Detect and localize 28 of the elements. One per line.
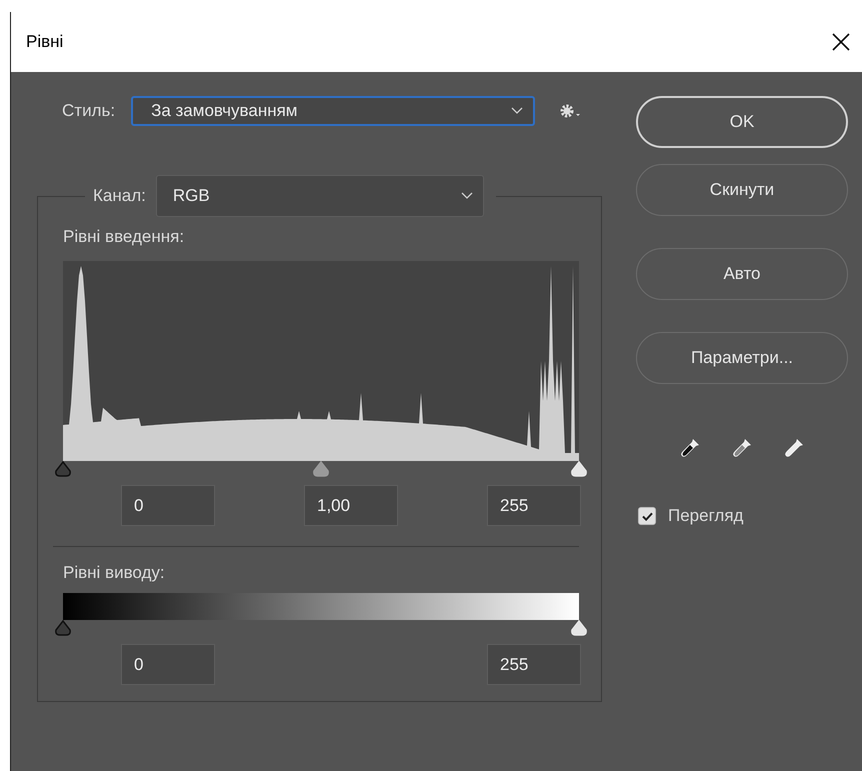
- dialog-button[interactable]: Авто: [636, 248, 848, 300]
- eyedropper-icon[interactable]: [782, 436, 806, 460]
- eyedropper-icon[interactable]: [730, 436, 754, 460]
- level-input[interactable]: 255: [487, 644, 581, 685]
- checkmark-icon: [642, 512, 652, 520]
- slider-handle[interactable]: [312, 461, 330, 477]
- channel-label: Канал:: [93, 186, 146, 206]
- input-levels-label: Рівні введення:: [63, 227, 186, 247]
- caret-icon: [511, 107, 524, 115]
- style-dropdown[interactable]: За замовчуванням: [131, 96, 536, 126]
- preview-label[interactable]: Перегляд: [668, 506, 744, 526]
- dialog-button[interactable]: Скинути: [636, 164, 848, 216]
- level-input[interactable]: 1,00: [304, 485, 398, 526]
- level-input[interactable]: 0: [121, 485, 215, 526]
- level-input[interactable]: 255: [487, 485, 581, 526]
- style-label: Стиль:: [62, 101, 116, 121]
- slider-handle[interactable]: [54, 620, 72, 636]
- dialog-button[interactable]: OK: [636, 96, 848, 148]
- close-icon[interactable]: [831, 32, 851, 52]
- preview-checkbox[interactable]: [638, 507, 656, 525]
- eyedropper-icon[interactable]: [678, 436, 702, 460]
- output-levels-label: Рівні виводу:: [63, 563, 166, 583]
- channel-dropdown[interactable]: RGB: [156, 175, 484, 217]
- dialog-button[interactable]: Параметри...: [636, 332, 848, 384]
- caret-icon: [460, 192, 473, 200]
- level-input[interactable]: 0: [121, 644, 215, 685]
- slider-handle[interactable]: [54, 461, 72, 477]
- window-title: Рівні: [26, 32, 64, 52]
